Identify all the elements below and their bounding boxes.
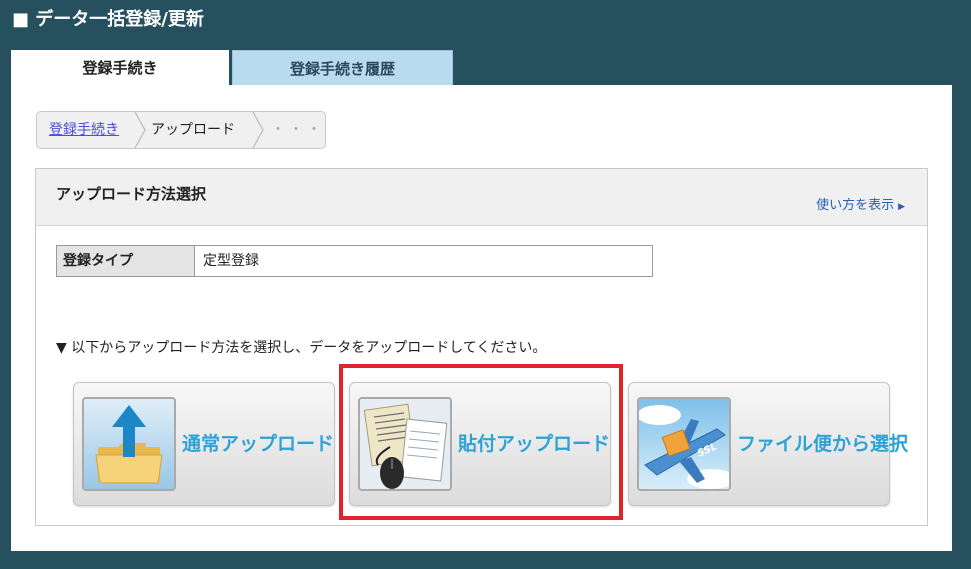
show-help-link[interactable]: 使い方を表示 ▶ xyxy=(816,194,905,213)
registration-type-value: 定型登録 xyxy=(203,253,259,269)
paste-documents-icon xyxy=(358,397,452,491)
page-title: ■ データ一括登録/更新 xyxy=(12,9,204,30)
upload-method-box: アップロード方法選択 使い方を表示 ▶ 登録タイプ 定型登録 ▼ 以下からアップロ… xyxy=(35,168,928,526)
triangle-right-icon: ▶ xyxy=(898,202,905,212)
tab-registration[interactable]: 登録手続き xyxy=(11,50,229,86)
file-delivery-select-label: ファイル便から選択 xyxy=(737,433,909,455)
paste-upload-button[interactable]: 貼付アップロード xyxy=(349,382,611,506)
registration-type-label: 登録タイプ xyxy=(57,246,195,276)
show-help-label: 使い方を表示 xyxy=(816,198,895,213)
main-panel: 登録手続き アップロード ・・・ アップロード方法選択 使い方を表示 ▶ 登録タイ… xyxy=(11,85,952,551)
breadcrumb-current: アップロード xyxy=(151,122,235,138)
breadcrumb-ellipsis: ・・・ xyxy=(271,122,325,138)
normal-upload-label: 通常アップロード xyxy=(182,433,335,455)
breadcrumb-link-registration[interactable]: 登録手続き xyxy=(49,112,119,148)
file-delivery-select-button[interactable]: SSL ファイル便から選択 xyxy=(628,382,908,506)
registration-type-row: 登録タイプ 定型登録 xyxy=(56,245,653,277)
breadcrumb-separator-icon xyxy=(252,112,264,148)
upload-method-header: アップロード方法選択 使い方を表示 ▶ xyxy=(36,169,927,226)
tab-registration-history[interactable]: 登録手続き履歴 xyxy=(232,50,453,86)
instruction-text: ▼ 以下からアップロード方法を選択し、データをアップロードしてください。 xyxy=(56,340,547,356)
section-title: アップロード方法選択 xyxy=(56,185,207,203)
paste-upload-label: 貼付アップロード xyxy=(458,433,611,455)
breadcrumb: 登録手続き アップロード ・・・ xyxy=(36,111,326,149)
folder-upload-icon xyxy=(82,397,176,491)
breadcrumb-separator-icon xyxy=(134,112,146,148)
normal-upload-button[interactable]: 通常アップロード xyxy=(73,382,335,506)
ssl-airplane-icon: SSL xyxy=(637,397,731,491)
